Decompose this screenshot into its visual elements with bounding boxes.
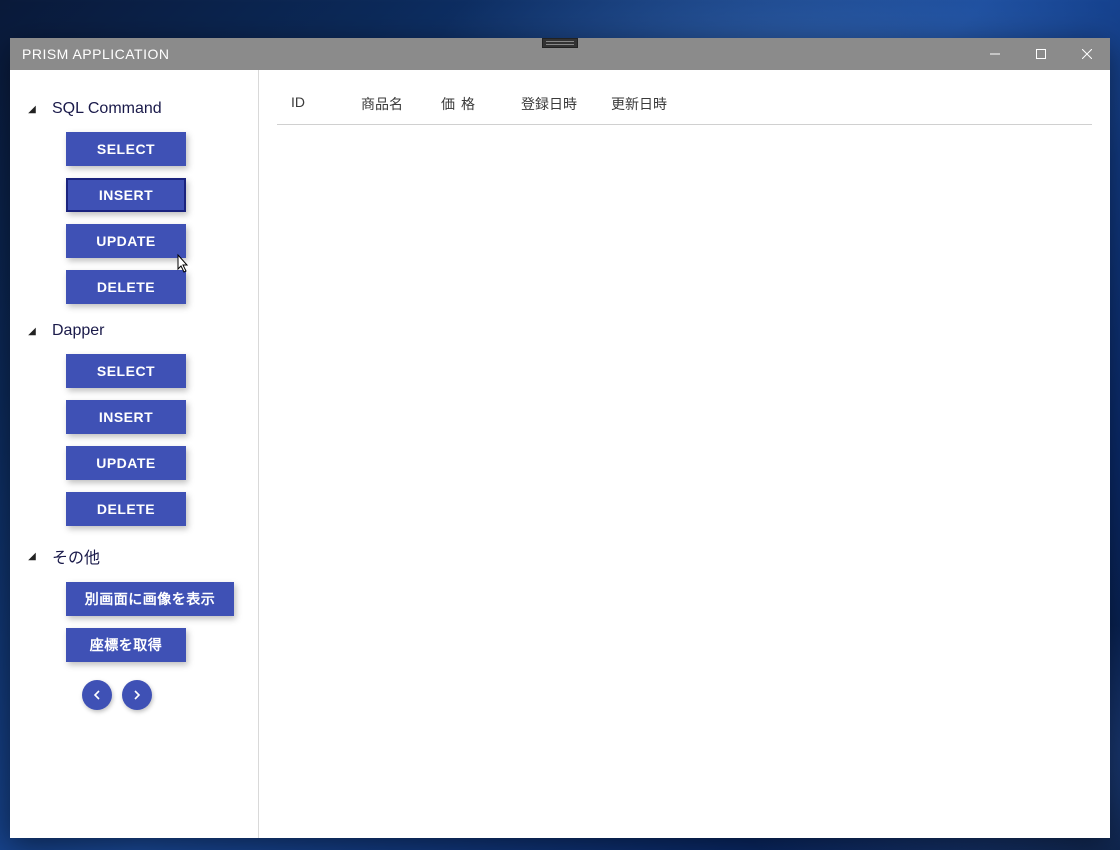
sql-update-button[interactable]: UPDATE — [66, 224, 186, 258]
group-body: 別画面に画像を表示 座標を取得 — [26, 582, 242, 662]
group-other: ◢ その他 別画面に画像を表示 座標を取得 — [26, 544, 242, 662]
window-title: PRISM APPLICATION — [10, 46, 170, 62]
grid-header: ID 商品名 価格 登録日時 更新日時 — [277, 88, 1092, 125]
close-button[interactable] — [1064, 38, 1110, 70]
sql-select-button[interactable]: SELECT — [66, 132, 186, 166]
sidebar: ◢ SQL Command SELECT INSERT UPDATE DELET… — [10, 70, 259, 838]
nav-row — [26, 680, 242, 710]
group-title: その他 — [52, 544, 100, 568]
sql-insert-button[interactable]: INSERT — [66, 178, 186, 212]
group-body: SELECT INSERT UPDATE DELETE — [26, 132, 242, 304]
dapper-update-button[interactable]: UPDATE — [66, 446, 186, 480]
group-dapper: ◢ Dapper SELECT INSERT UPDATE DELETE — [26, 322, 242, 526]
app-window: PRISM APPLICATION ◢ SQL Command — [10, 38, 1110, 838]
group-title: Dapper — [52, 322, 104, 340]
collapse-icon: ◢ — [26, 104, 38, 115]
col-price[interactable]: 価格 — [427, 94, 507, 114]
collapse-icon: ◢ — [26, 326, 38, 337]
group-header[interactable]: ◢ その他 — [26, 544, 242, 568]
titlebar-grip[interactable] — [542, 38, 578, 48]
content-area: ID 商品名 価格 登録日時 更新日時 — [259, 70, 1110, 838]
maximize-button[interactable] — [1018, 38, 1064, 70]
col-id[interactable]: ID — [277, 94, 347, 114]
window-controls — [972, 38, 1110, 70]
dapper-delete-button[interactable]: DELETE — [66, 492, 186, 526]
col-name[interactable]: 商品名 — [347, 94, 427, 114]
col-created[interactable]: 登録日時 — [507, 94, 597, 114]
group-title: SQL Command — [52, 100, 162, 118]
minimize-button[interactable] — [972, 38, 1018, 70]
nav-prev-button[interactable] — [82, 680, 112, 710]
show-image-button[interactable]: 別画面に画像を表示 — [66, 582, 234, 616]
dapper-select-button[interactable]: SELECT — [66, 354, 186, 388]
nav-next-button[interactable] — [122, 680, 152, 710]
titlebar[interactable]: PRISM APPLICATION — [10, 38, 1110, 70]
client-area: ◢ SQL Command SELECT INSERT UPDATE DELET… — [10, 70, 1110, 838]
group-header[interactable]: ◢ SQL Command — [26, 100, 242, 118]
collapse-icon: ◢ — [26, 551, 38, 562]
group-header[interactable]: ◢ Dapper — [26, 322, 242, 340]
group-body: SELECT INSERT UPDATE DELETE — [26, 354, 242, 526]
col-updated[interactable]: 更新日時 — [597, 94, 687, 114]
dapper-insert-button[interactable]: INSERT — [66, 400, 186, 434]
get-coords-button[interactable]: 座標を取得 — [66, 628, 186, 662]
group-sql-command: ◢ SQL Command SELECT INSERT UPDATE DELET… — [26, 100, 242, 304]
sql-delete-button[interactable]: DELETE — [66, 270, 186, 304]
